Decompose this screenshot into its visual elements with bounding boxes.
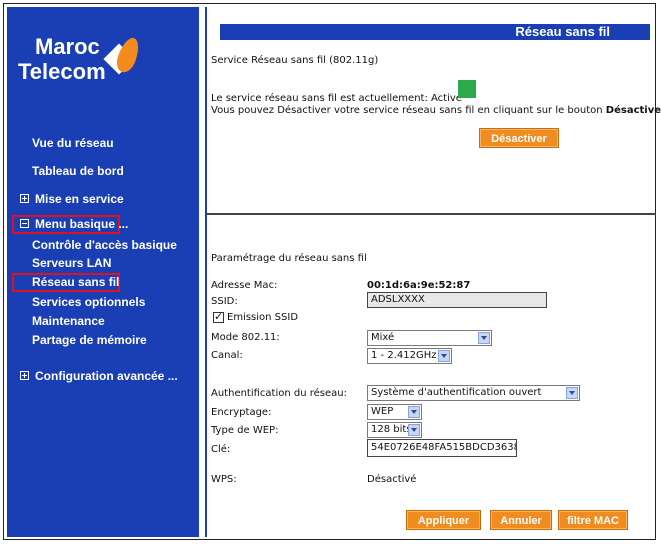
mode-value: Mixé — [371, 332, 395, 343]
status-indicator — [458, 80, 476, 98]
sidebar-item-config-avancee[interactable]: Configuration avancée ... — [20, 369, 178, 383]
ssid-label: SSID: — [211, 296, 238, 307]
sidebar-item-label: Menu basique ... — [35, 217, 129, 231]
sidebar-item-vue-reseau[interactable]: Vue du réseau — [32, 136, 114, 150]
main-content: Réseau sans fil Service Réseau sans fil … — [207, 7, 661, 537]
sidebar-item-menu-basique[interactable]: Menu basique ... — [20, 217, 128, 231]
logo-line1: Maroc — [35, 34, 100, 59]
settings-heading: Paramétrage du réseau sans fil — [211, 253, 367, 264]
auth-select[interactable]: Système d'authentification ouvert — [367, 385, 580, 401]
deactivate-button[interactable]: Désactiver — [479, 128, 559, 148]
auth-value: Système d'authentification ouvert — [371, 387, 542, 398]
wep-type-label: Type de WEP: — [211, 425, 279, 436]
hint-bold: Désactiver — [605, 105, 661, 116]
sidebar-item-maintenance[interactable]: Maintenance — [32, 314, 105, 328]
cle-input[interactable]: 54E0726E48FA515BDCD3638 — [367, 439, 517, 457]
chevron-down-icon — [478, 332, 490, 344]
apply-button[interactable]: Appliquer — [406, 510, 481, 530]
chevron-down-icon — [438, 350, 450, 362]
mac-filter-button[interactable]: filtre MAC — [558, 510, 628, 530]
sidebar-item-mise-service[interactable]: Mise en service — [20, 192, 124, 206]
sidebar-item-tableau-bord[interactable]: Tableau de bord — [32, 164, 124, 178]
cancel-button[interactable]: Annuler — [490, 510, 552, 530]
sidebar-item-label: Mise en service — [35, 192, 124, 206]
hint-prefix: Vous pouvez Désactiver votre service rés… — [211, 105, 606, 116]
deactivate-hint: Vous pouvez Désactiver votre service rés… — [211, 105, 661, 116]
expand-plus-icon — [20, 371, 29, 381]
chevron-down-icon — [408, 424, 420, 436]
canal-value: 1 - 2.412GHz — [371, 350, 437, 361]
wps-label: WPS: — [211, 474, 237, 485]
mode-label: Mode 802.11: — [211, 332, 280, 343]
sidebar-item-controle-acces[interactable]: Contrôle d'accès basique — [32, 238, 177, 252]
encryptage-value: WEP — [371, 406, 394, 417]
page-title: Réseau sans fil — [515, 24, 610, 39]
wep-type-value: 128 bits — [371, 424, 412, 435]
service-label: Service Réseau sans fil (802.11g) — [211, 55, 379, 66]
canal-label: Canal: — [211, 350, 243, 361]
wps-value: Désactivé — [367, 474, 417, 485]
logo-line2: Telecom — [18, 59, 106, 84]
sidebar-item-reseau-sans-fil[interactable]: Réseau sans fil — [32, 275, 119, 289]
encryptage-label: Encryptage: — [211, 407, 272, 418]
canal-select[interactable]: 1 - 2.412GHz — [367, 348, 452, 364]
sidebar-item-services-optionnels[interactable]: Services optionnels — [32, 295, 145, 309]
title-bar: Réseau sans fil — [220, 24, 650, 40]
expand-plus-icon — [20, 194, 29, 204]
status-text: Le service réseau sans fil est actuellem… — [211, 93, 462, 104]
emission-ssid-label: Emission SSID — [227, 312, 299, 323]
mac-label: Adresse Mac: — [211, 280, 278, 291]
mode-select[interactable]: Mixé — [367, 330, 492, 346]
mac-value: 00:1d:6a:9e:52:87 — [367, 280, 471, 291]
encryptage-select[interactable]: WEP — [367, 404, 422, 420]
sidebar-item-label: Configuration avancée ... — [35, 369, 178, 383]
sidebar: Maroc Telecom Vue du réseau Tableau de b… — [7, 7, 199, 537]
wep-type-select[interactable]: 128 bits — [367, 422, 422, 438]
chevron-down-icon — [408, 406, 420, 418]
chevron-down-icon — [566, 387, 578, 399]
section-divider — [207, 213, 656, 215]
emission-ssid-checkbox[interactable] — [213, 310, 224, 323]
auth-label: Authentification du réseau: — [211, 388, 347, 399]
collapse-minus-icon — [20, 219, 29, 229]
sidebar-item-serveurs-lan[interactable]: Serveurs LAN — [32, 256, 111, 270]
ssid-input[interactable]: ADSLXXXX — [367, 292, 547, 308]
cle-label: Clé: — [211, 444, 231, 455]
sidebar-item-partage-memoire[interactable]: Partage de mémoire — [32, 333, 147, 347]
